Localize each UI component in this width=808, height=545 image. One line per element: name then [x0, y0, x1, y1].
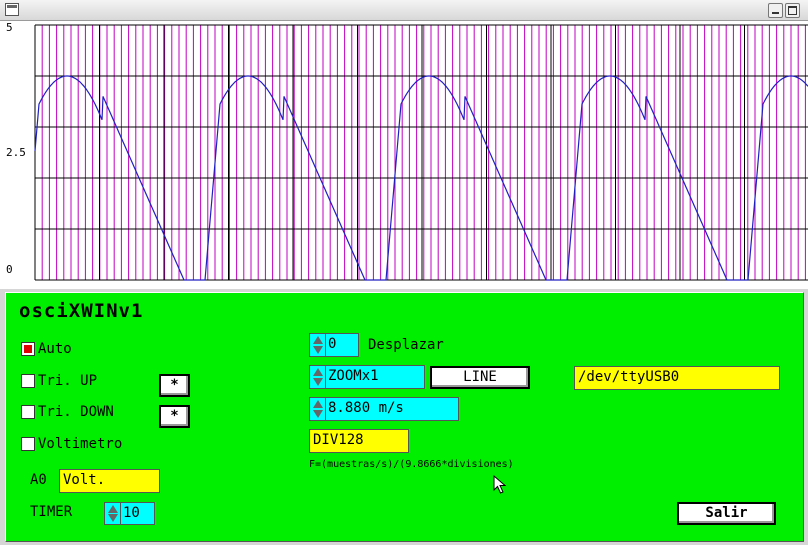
channel-label: A0	[30, 472, 47, 488]
mouse-pointer-icon	[493, 475, 507, 494]
line-button[interactable]: LINE	[430, 366, 530, 389]
timer-value: 10	[123, 505, 140, 521]
title-bar	[0, 0, 808, 21]
rate-value: 8.880 m/s	[328, 400, 404, 416]
zoom-value: ZOOMx1	[328, 368, 379, 384]
spin-arrows-icon[interactable]	[310, 366, 326, 388]
trigger-up-label: Tri. UP	[38, 373, 98, 389]
trigger-up-checkbox[interactable]	[21, 374, 35, 388]
auto-label: Auto	[38, 341, 72, 357]
spin-arrows-icon[interactable]	[310, 334, 326, 356]
channel-value: Volt.	[63, 472, 106, 488]
y-label-mid: 2.5	[6, 146, 26, 159]
app-title: osciXWINv1	[19, 300, 144, 322]
shift-spinbox[interactable]: 0	[309, 333, 359, 357]
window-app-icon[interactable]	[5, 3, 19, 16]
auto-checkbox[interactable]	[21, 342, 35, 356]
timer-label: TIMER	[30, 504, 73, 520]
div-value: DIV128	[313, 432, 364, 448]
trigger-down-button[interactable]: *	[159, 405, 190, 428]
channel-field[interactable]: Volt.	[59, 469, 160, 493]
device-field[interactable]: /dev/ttyUSB0	[574, 366, 780, 390]
y-label-min: 0	[6, 263, 13, 276]
spin-arrows-icon[interactable]	[310, 398, 326, 420]
maximize-icon[interactable]	[785, 3, 800, 18]
trigger-down-label: Tri. DOWN	[38, 404, 114, 420]
rate-spinbox[interactable]: 8.880 m/s	[309, 397, 459, 421]
voltmeter-checkbox[interactable]	[21, 437, 35, 451]
oscilloscope-display: 5 2.5 0	[0, 21, 808, 289]
minimize-icon[interactable]	[768, 3, 783, 18]
spin-arrows-icon[interactable]	[105, 503, 121, 524]
voltmeter-label: Voltimetro	[38, 436, 123, 452]
device-value: /dev/ttyUSB0	[578, 369, 680, 385]
shift-value: 0	[328, 336, 337, 352]
div-field[interactable]: DIV128	[309, 429, 409, 453]
scope-plot	[34, 24, 808, 281]
timer-spinbox[interactable]: 10	[104, 502, 155, 525]
shift-label: Desplazar	[368, 337, 444, 353]
frequency-formula: F=(muestras/s)/(9.8666*divisiones)	[309, 459, 514, 470]
y-label-max: 5	[6, 21, 13, 34]
trigger-down-checkbox[interactable]	[21, 405, 35, 419]
zoom-spinbox[interactable]: ZOOMx1	[309, 365, 425, 389]
trigger-up-button[interactable]: *	[159, 374, 190, 397]
exit-button[interactable]: Salir	[677, 502, 776, 525]
